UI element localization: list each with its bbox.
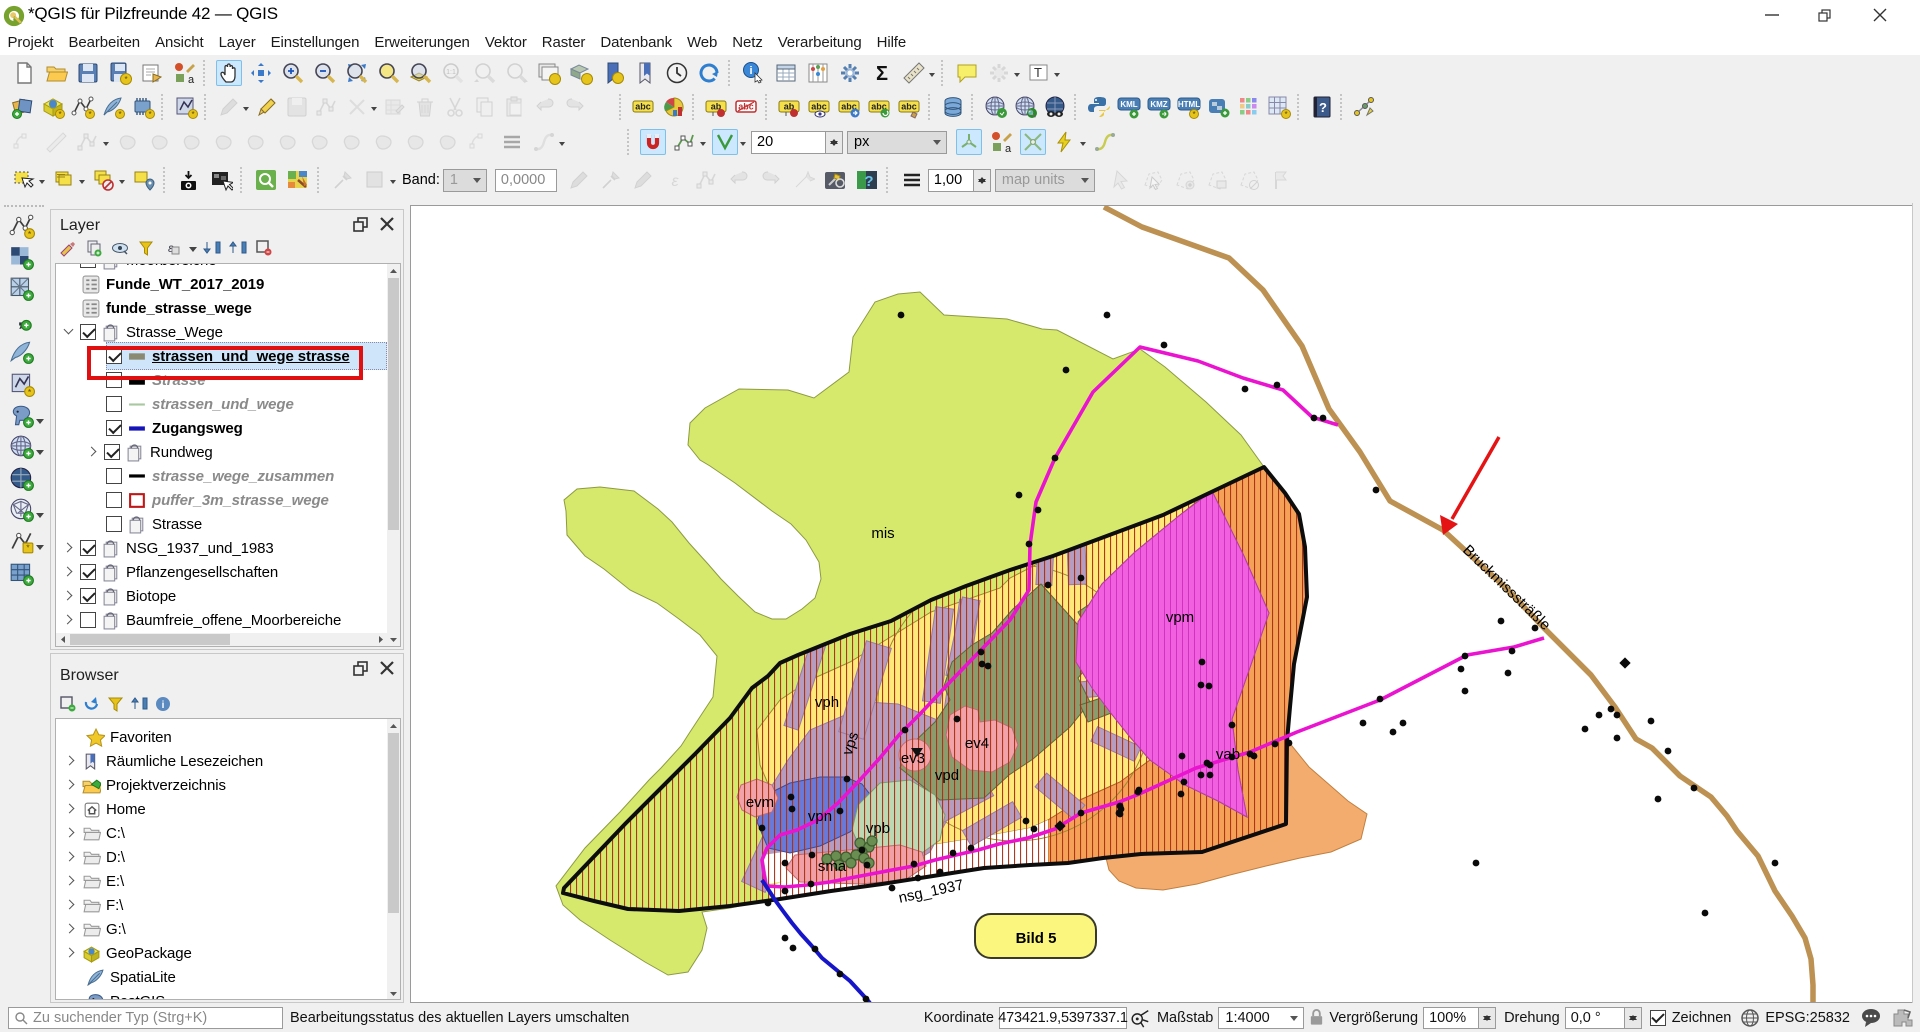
svg-text:vpn: vpn [808,808,832,825]
svg-text:🔍: 🔍 [1028,109,1037,118]
svg-text:*: * [58,110,61,119]
svg-text:abc: abc [901,102,917,112]
svg-text:T: T [1034,65,1042,80]
svg-text:*: * [1284,110,1287,119]
svg-text:vpb: vpb [866,820,890,837]
svg-text:KMZ: KMZ [1150,100,1167,109]
svg-text:sma: sma [818,858,847,875]
svg-text:i: i [749,65,752,77]
svg-text:i: i [162,700,165,711]
svg-text:KML: KML [1120,100,1137,109]
svg-text:HTML: HTML [1178,100,1200,109]
svg-text:*: * [118,110,121,119]
svg-text:abc: abc [635,102,651,112]
svg-text:vpm: vpm [1166,609,1194,626]
svg-text:ev3: ev3 [901,750,925,767]
svg-text:vph: vph [815,694,839,711]
svg-text:ε: ε [671,173,679,190]
svg-text:ev4: ev4 [965,735,989,752]
svg-text:*: * [124,75,127,84]
svg-text:vab: vab [1216,746,1240,763]
svg-text:Σ: Σ [876,63,888,85]
svg-text:*: * [148,110,151,119]
svg-text:1:1: 1:1 [446,69,456,76]
svg-text:abc: abc [811,102,827,112]
svg-text:vpd: vpd [935,767,959,784]
svg-text:?: ? [1319,100,1327,115]
svg-text:a: a [1005,143,1012,154]
svg-text:*: * [88,110,91,119]
svg-text:evm: evm [746,794,774,811]
svg-text:mis: mis [871,525,894,542]
svg-text:Bild 5: Bild 5 [1016,930,1057,947]
svg-text:a: a [188,74,195,85]
svg-text:?: ? [864,173,873,190]
svg-text:*: * [191,110,194,119]
svg-text:*: * [1192,110,1195,119]
